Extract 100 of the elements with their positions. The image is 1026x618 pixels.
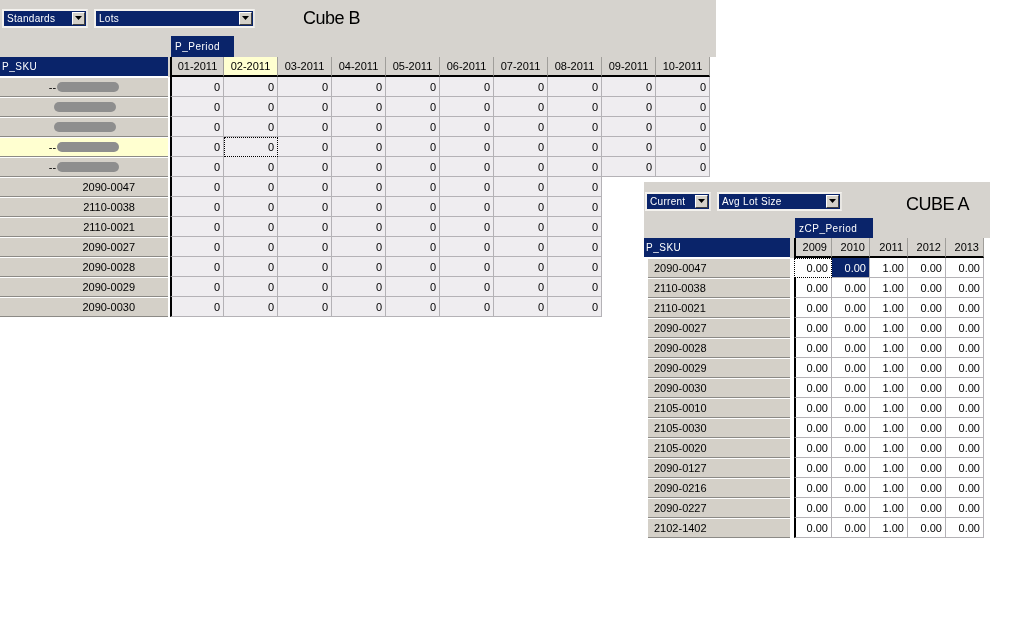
- table-cell[interactable]: 0.00: [794, 378, 832, 398]
- table-cell[interactable]: 0: [386, 217, 440, 237]
- table-cell[interactable]: 0.00: [946, 358, 984, 378]
- table-cell[interactable]: 0: [170, 277, 224, 297]
- table-cell[interactable]: 0.00: [794, 518, 832, 538]
- table-cell[interactable]: 0: [602, 137, 656, 157]
- table-cell[interactable]: 0.00: [946, 298, 984, 318]
- row-header[interactable]: 2090-0030: [0, 297, 168, 317]
- table-cell[interactable]: 1.00: [870, 418, 908, 438]
- row-header[interactable]: 2105-0010: [648, 398, 790, 418]
- table-cell[interactable]: 0: [656, 77, 710, 97]
- table-cell[interactable]: 0.00: [908, 438, 946, 458]
- table-cell[interactable]: 0: [224, 77, 278, 97]
- table-cell[interactable]: 0: [278, 137, 332, 157]
- table-cell[interactable]: 0: [170, 197, 224, 217]
- table-cell[interactable]: 0: [386, 157, 440, 177]
- table-cell[interactable]: 0: [170, 97, 224, 117]
- table-cell[interactable]: 0: [656, 157, 710, 177]
- row-header[interactable]: 2110-0038: [0, 197, 168, 217]
- table-cell[interactable]: 1.00: [870, 518, 908, 538]
- table-cell[interactable]: 0: [224, 217, 278, 237]
- table-cell[interactable]: 0: [440, 277, 494, 297]
- table-cell[interactable]: 0.00: [908, 258, 946, 278]
- column-header[interactable]: 09-2011: [602, 57, 656, 77]
- column-header[interactable]: 2010: [832, 238, 870, 258]
- column-header[interactable]: 07-2011: [494, 57, 548, 77]
- table-cell[interactable]: 0: [278, 157, 332, 177]
- row-header[interactable]: 2090-0029: [648, 358, 790, 378]
- table-cell[interactable]: 0.00: [794, 478, 832, 498]
- table-cell[interactable]: 0.00: [794, 318, 832, 338]
- table-cell[interactable]: 0: [656, 137, 710, 157]
- row-header[interactable]: 2090-0047: [648, 258, 790, 278]
- table-cell[interactable]: 0: [224, 137, 278, 157]
- table-cell[interactable]: 0.00: [794, 398, 832, 418]
- table-cell[interactable]: 0: [548, 217, 602, 237]
- table-cell[interactable]: 0.00: [946, 398, 984, 418]
- table-cell[interactable]: 0.00: [908, 358, 946, 378]
- table-cell[interactable]: 0: [386, 97, 440, 117]
- table-cell[interactable]: 1.00: [870, 378, 908, 398]
- table-cell[interactable]: 0: [548, 277, 602, 297]
- table-cell[interactable]: 0: [170, 237, 224, 257]
- table-cell[interactable]: 0: [386, 197, 440, 217]
- table-cell[interactable]: 0: [602, 117, 656, 137]
- column-header[interactable]: 03-2011: [278, 57, 332, 77]
- table-cell[interactable]: 0.00: [794, 338, 832, 358]
- table-cell[interactable]: 0: [494, 257, 548, 277]
- table-cell[interactable]: 0: [386, 117, 440, 137]
- table-cell[interactable]: 0.00: [794, 298, 832, 318]
- table-cell[interactable]: 0: [170, 257, 224, 277]
- table-cell[interactable]: 0.00: [908, 318, 946, 338]
- table-cell[interactable]: 0: [548, 197, 602, 217]
- row-header[interactable]: 2090-0028: [0, 257, 168, 277]
- table-cell[interactable]: 0: [440, 117, 494, 137]
- table-cell[interactable]: 0: [278, 197, 332, 217]
- table-cell[interactable]: 0: [278, 77, 332, 97]
- table-cell[interactable]: 1.00: [870, 258, 908, 278]
- table-cell[interactable]: 1.00: [870, 338, 908, 358]
- table-cell[interactable]: 0.00: [908, 478, 946, 498]
- table-cell[interactable]: 0: [332, 157, 386, 177]
- table-cell[interactable]: 0: [494, 97, 548, 117]
- table-cell[interactable]: 0: [278, 117, 332, 137]
- table-cell[interactable]: 0: [440, 97, 494, 117]
- table-cell[interactable]: 0: [548, 177, 602, 197]
- table-cell[interactable]: 0: [386, 77, 440, 97]
- table-cell[interactable]: 0.00: [946, 378, 984, 398]
- table-cell[interactable]: 0: [170, 137, 224, 157]
- table-cell[interactable]: 0.00: [832, 298, 870, 318]
- table-cell[interactable]: 0: [494, 137, 548, 157]
- table-cell[interactable]: 1.00: [870, 398, 908, 418]
- table-cell[interactable]: 0: [224, 257, 278, 277]
- row-header[interactable]: 2090-0027: [0, 237, 168, 257]
- table-cell[interactable]: 0.00: [946, 518, 984, 538]
- table-cell[interactable]: 0: [440, 257, 494, 277]
- table-cell[interactable]: 0.00: [794, 438, 832, 458]
- table-cell[interactable]: 0.00: [908, 498, 946, 518]
- table-cell[interactable]: 0: [224, 157, 278, 177]
- table-cell[interactable]: 0: [494, 77, 548, 97]
- table-cell[interactable]: 0: [224, 177, 278, 197]
- table-cell[interactable]: 0: [386, 277, 440, 297]
- table-cell[interactable]: 0: [332, 217, 386, 237]
- table-cell[interactable]: 0.00: [908, 418, 946, 438]
- table-cell[interactable]: 0: [494, 157, 548, 177]
- table-cell[interactable]: 0: [386, 237, 440, 257]
- table-cell[interactable]: 0: [656, 97, 710, 117]
- table-cell[interactable]: 0: [278, 277, 332, 297]
- table-cell[interactable]: 0.00: [908, 398, 946, 418]
- table-cell[interactable]: 0.00: [908, 298, 946, 318]
- column-header[interactable]: 01-2011: [170, 57, 224, 77]
- table-cell[interactable]: 0: [332, 297, 386, 317]
- row-header[interactable]: --: [0, 77, 168, 97]
- row-dimension-header[interactable]: P_SKU: [644, 238, 790, 258]
- table-cell[interactable]: 0: [548, 257, 602, 277]
- table-cell[interactable]: 0.00: [832, 398, 870, 418]
- row-header[interactable]: 2090-0028: [648, 338, 790, 358]
- table-cell[interactable]: 0: [224, 97, 278, 117]
- table-cell[interactable]: 0.00: [832, 458, 870, 478]
- table-cell[interactable]: 0: [440, 297, 494, 317]
- table-cell[interactable]: 0: [494, 237, 548, 257]
- table-cell[interactable]: 0: [332, 77, 386, 97]
- table-cell[interactable]: 0.00: [946, 478, 984, 498]
